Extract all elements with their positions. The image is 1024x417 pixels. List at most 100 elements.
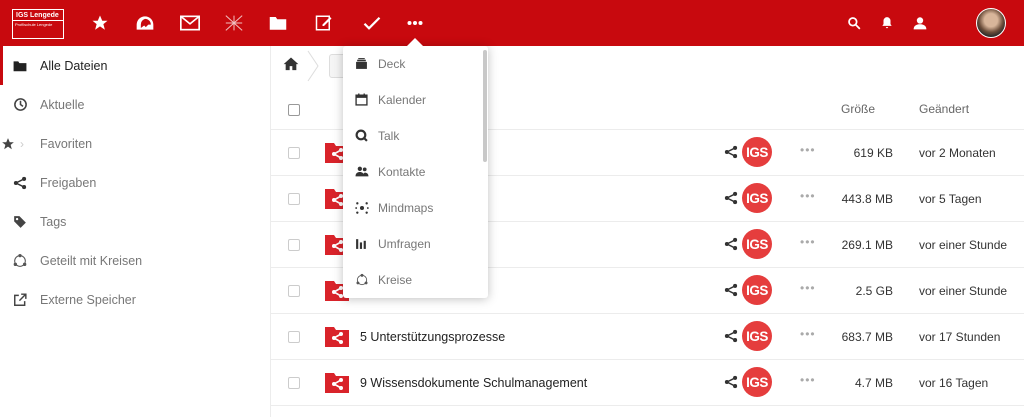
sidebar-item-label: Aktuelle (40, 97, 85, 112)
home-icon[interactable] (283, 56, 301, 74)
row-checkbox[interactable] (288, 285, 300, 297)
mail-icon[interactable] (178, 11, 202, 35)
menu-scrollbar[interactable] (483, 50, 487, 162)
owner-avatar[interactable]: IGS (742, 229, 772, 259)
menu-item-kontakte[interactable]: Kontakte (343, 154, 481, 190)
sidebar-item-aktuelle[interactable]: Aktuelle (0, 85, 270, 124)
owner-avatar[interactable]: IGS (742, 275, 772, 305)
menu-item-label: Kalender (378, 93, 427, 107)
sidebar-item-favoriten[interactable]: › Favoriten (0, 124, 270, 163)
file-size: 619 KB (853, 146, 893, 160)
row-checkbox[interactable] (288, 331, 300, 343)
share-icon[interactable] (724, 145, 738, 159)
sidebar-item-externe-speicher[interactable]: Externe Speicher (0, 280, 270, 319)
file-size: 443.8 MB (841, 192, 893, 206)
file-size: 269.1 MB (841, 238, 893, 252)
sidebar-item-tags[interactable]: Tags (0, 202, 270, 241)
owner-avatar[interactable]: IGS (742, 321, 772, 351)
sidebar-item-label: Tags (40, 214, 67, 229)
circles-icon (12, 253, 28, 269)
folder-icon (12, 58, 28, 74)
row-checkbox[interactable] (288, 239, 300, 251)
menu-item-umfragen[interactable]: Umfragen (343, 226, 481, 262)
sidebar-item-geteilt-mit-kreisen[interactable]: Geteilt mit Kreisen (0, 241, 270, 280)
notifications-icon[interactable] (875, 11, 899, 35)
menu-item-mindmaps[interactable]: Mindmaps (343, 190, 481, 226)
select-all-checkbox[interactable] (288, 104, 300, 116)
owner-avatar[interactable]: IGS (742, 183, 772, 213)
sidebar-item-label: Favoriten (40, 136, 93, 151)
menu-item-deck[interactable]: Deck (343, 46, 481, 82)
owner-avatar[interactable]: IGS (742, 137, 772, 167)
row-checkbox[interactable] (288, 193, 300, 205)
owner-avatar[interactable]: IGS (742, 367, 772, 397)
menu-item-label: Mindmaps (378, 201, 434, 215)
edit-icon[interactable] (312, 11, 336, 35)
more-actions-icon[interactable]: ••• (800, 373, 816, 387)
app-menu: Deck Kalender Talk Kontakte Mindmaps Umf… (343, 46, 488, 298)
more-actions-icon[interactable]: ••• (800, 327, 816, 341)
more-icon[interactable] (403, 11, 427, 35)
menu-item-label: Umfragen (378, 237, 431, 251)
more-actions-icon[interactable]: ••• (800, 235, 816, 249)
user-avatar[interactable] (976, 8, 1006, 38)
file-size: 683.7 MB (841, 330, 893, 344)
table-row[interactable]: 5 Unterstützungsprozesse IGS ••• 683.7 MB vo… (271, 314, 1024, 360)
file-modified: vor 17 Stunden (919, 330, 1001, 344)
star-icon[interactable] (88, 11, 112, 35)
menu-item-talk[interactable]: Talk (343, 118, 481, 154)
share-icon[interactable] (724, 375, 738, 389)
tag-icon (12, 214, 28, 230)
menu-item-kreise[interactable]: Kreise (343, 262, 481, 298)
file-modified: vor einer Stunde (919, 284, 1008, 298)
menu-item-label: Kreise (378, 273, 413, 287)
dashboard-icon[interactable] (133, 11, 157, 35)
sidebar-item-label: Alle Dateien (40, 58, 108, 73)
contacts-icon[interactable] (908, 11, 932, 35)
network-icon[interactable] (222, 11, 246, 35)
menu-item-kalender[interactable]: Kalender (343, 82, 481, 118)
column-size-header[interactable]: Größe (841, 102, 875, 116)
row-checkbox[interactable] (288, 377, 300, 389)
deck-icon (355, 57, 369, 71)
column-modified-header[interactable]: Geändert (919, 102, 969, 116)
menu-item-label: Talk (378, 129, 400, 143)
poll-icon (355, 237, 369, 251)
share-icon[interactable] (724, 191, 738, 205)
file-size: 4.7 MB (854, 376, 893, 390)
breadcrumb-separator (307, 50, 319, 82)
table-row[interactable]: 9 Wissensdokumente Schulmanagement IGS •••… (271, 360, 1024, 406)
menu-item-label: Kontakte (378, 165, 426, 179)
file-modified: vor 5 Tagen (919, 192, 982, 206)
file-name[interactable]: 9 Wissensdokumente Schulmanagement (360, 376, 587, 390)
sidebar-item-freigaben[interactable]: Freigaben (0, 163, 270, 202)
logo-subtitle: Profilschule Lengede (15, 22, 53, 27)
more-actions-icon[interactable]: ••• (800, 281, 816, 295)
share-icon[interactable] (724, 283, 738, 297)
file-modified: vor einer Stunde (919, 238, 1008, 252)
sidebar-item-label: Freigaben (40, 175, 97, 190)
file-modified: vor 16 Tagen (919, 376, 989, 390)
check-icon[interactable] (360, 11, 384, 35)
shared-folder-icon[interactable] (325, 371, 349, 393)
talk-icon (355, 129, 369, 143)
more-actions-icon[interactable]: ••• (800, 143, 816, 157)
chevron-right-icon[interactable]: › (14, 136, 30, 152)
row-checkbox[interactable] (288, 147, 300, 159)
logo[interactable]: IGS Lengede Profilschule Lengede (12, 9, 64, 39)
logo-title: IGS Lengede (13, 10, 63, 21)
file-name[interactable]: 5 Unterstützungsprozesse (360, 330, 505, 344)
more-actions-icon[interactable]: ••• (800, 189, 816, 203)
menu-caret (407, 38, 423, 46)
top-header: IGS Lengede Profilschule Lengede (0, 0, 1024, 46)
calendar-icon (355, 93, 369, 107)
share-icon[interactable] (724, 329, 738, 343)
shared-folder-icon[interactable] (325, 325, 349, 347)
circles-icon (355, 273, 369, 287)
folder-icon[interactable] (266, 11, 290, 35)
share-icon[interactable] (724, 237, 738, 251)
mindmap-icon (355, 201, 369, 215)
search-icon[interactable] (842, 11, 866, 35)
sidebar-item-label: Externe Speicher (40, 292, 136, 307)
sidebar-item-alle-dateien[interactable]: Alle Dateien (0, 46, 270, 85)
